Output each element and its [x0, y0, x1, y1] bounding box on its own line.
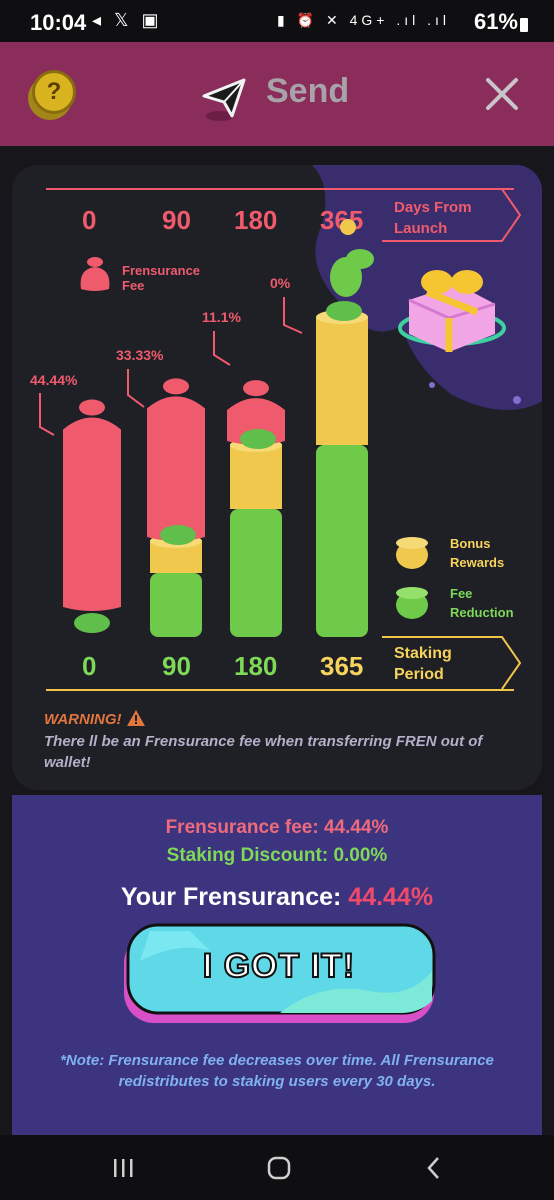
frog-head-icon	[346, 249, 374, 269]
page-title: Send	[266, 72, 350, 110]
warning-title: WARNING!	[44, 709, 146, 728]
bonus-rewards-bar	[316, 317, 368, 445]
app-header: ? Send	[0, 42, 554, 146]
discount-line: Staking Discount: 0.00%	[166, 845, 388, 866]
fee-bag-knot	[243, 380, 269, 397]
got-it-button[interactable]: I GOT IT!	[120, 921, 438, 1027]
fee-bag-knot	[79, 399, 105, 416]
question-icon: ?	[32, 70, 76, 114]
battery-percent: 61%	[473, 9, 518, 34]
fee-chart-card: Days From Launch 0 90 180 365 Frensuranc…	[12, 165, 542, 790]
staking-bars	[63, 219, 374, 637]
fee-reduction-bar	[150, 573, 202, 637]
system-nav-bar	[0, 1135, 554, 1200]
bonus-legend-label: Bonus Rewards	[450, 536, 505, 570]
back-icon[interactable]	[424, 1155, 444, 1181]
recent-apps-icon[interactable]	[112, 1157, 136, 1179]
warning-text: There ll be an Frensurance fee when tran…	[44, 733, 483, 771]
note-text: *Note: Frensurance fee decreases over ti…	[60, 1052, 494, 1090]
reduction-legend-label: Fee Reduction	[450, 586, 514, 620]
frog-mascot-icon	[160, 525, 196, 545]
notification-icons: ◂ 𝕏 ▣	[92, 10, 163, 30]
help-button[interactable]: ?	[28, 70, 78, 120]
fee-bag-knot	[163, 378, 189, 395]
bonus-rewards-bar	[230, 445, 282, 509]
system-icons: ▮ ⏰ ✕ 4G+ .ıl .ıl	[277, 12, 450, 28]
close-icon[interactable]	[480, 72, 524, 116]
fee-reduction-bar	[316, 445, 368, 637]
your-frensurance: Your Frensurance: 44.44%	[120, 883, 434, 911]
got-it-label: I GOT IT!	[202, 946, 356, 986]
frog-mascot-icon	[74, 613, 110, 633]
battery-icon	[520, 18, 528, 32]
status-time: 10:04	[30, 10, 87, 35]
staking-period-label: Staking Period	[394, 645, 452, 683]
reduction-legend-swatch	[396, 587, 428, 619]
frog-mascot-icon	[326, 301, 362, 321]
frensurance-fee-bag	[147, 396, 205, 541]
warning-icon	[126, 710, 145, 726]
status-bar: 10:04 ◂ 𝕏 ▣ ▮ ⏰ ✕ 4G+ .ıl .ıl 61%	[0, 0, 554, 42]
staking-day-label: 90	[162, 651, 191, 681]
staking-day-label: 0	[82, 651, 97, 681]
staking-day-label: 365	[320, 651, 364, 681]
staking-day-label: 180	[234, 651, 278, 681]
coin-icon	[340, 219, 356, 235]
send-plane-icon	[202, 78, 246, 121]
bonus-legend-swatch	[396, 537, 428, 569]
home-icon[interactable]	[266, 1155, 292, 1181]
summary-panel: Frensurance fee: 44.44% Staking Discount…	[12, 795, 542, 1135]
fee-reduction-bar	[230, 509, 282, 637]
frensurance-fee-bag	[63, 417, 121, 611]
frog-mascot-icon	[240, 429, 276, 449]
fee-line: Frensurance fee: 44.44%	[165, 817, 389, 838]
